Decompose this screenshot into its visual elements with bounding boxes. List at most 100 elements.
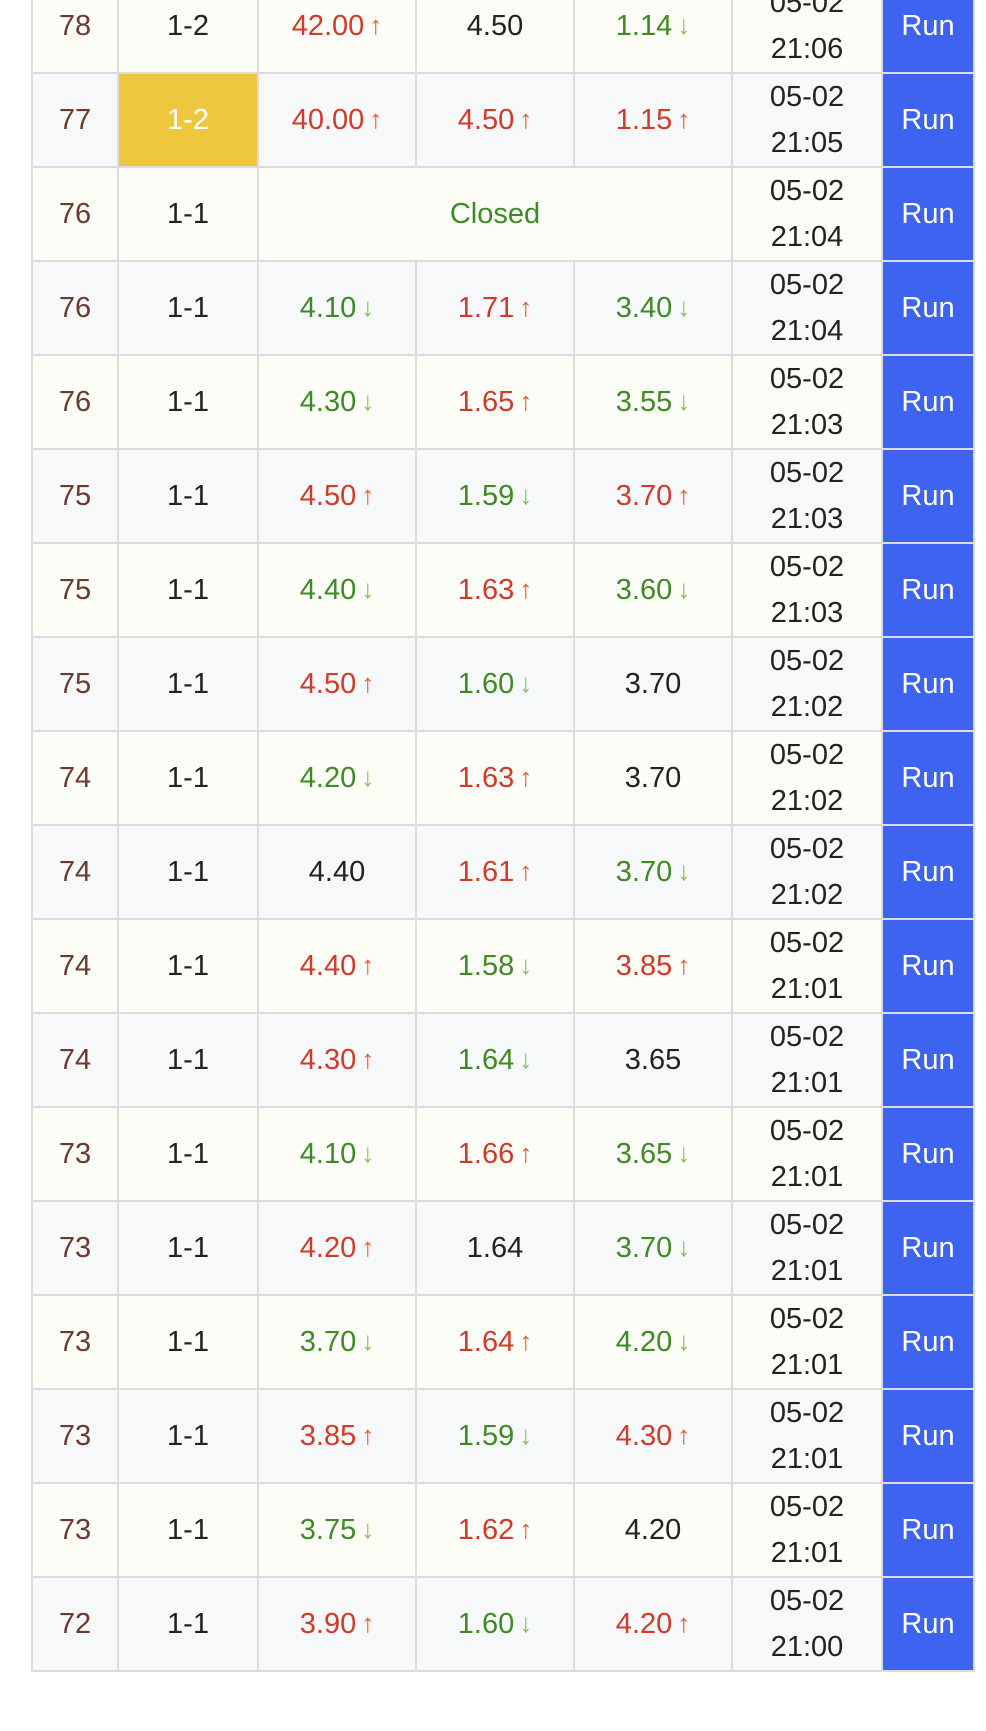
arrow-up-icon: ↑ bbox=[519, 291, 533, 322]
minute-cell: 74 bbox=[31, 824, 119, 920]
arrow-up-icon: ↑ bbox=[361, 1043, 375, 1074]
odds-value-wrap: 3.55 ↓ bbox=[616, 386, 690, 418]
score-cell-highlighted: 1-2 bbox=[117, 72, 259, 168]
odds-value: 4.10 bbox=[299, 1137, 357, 1170]
odds-value: 1.63 bbox=[457, 573, 515, 606]
timestamp-time: 21:01 bbox=[770, 973, 844, 1005]
timestamp-time: 21:03 bbox=[770, 597, 844, 629]
run-button[interactable]: Run bbox=[881, 0, 975, 74]
run-button[interactable]: Run bbox=[881, 448, 975, 544]
timestamp-time: 21:00 bbox=[770, 1631, 844, 1663]
timestamp-date: 05-02 bbox=[769, 833, 845, 865]
run-button[interactable]: Run bbox=[881, 918, 975, 1014]
table-row: 73 1-1 3.85 ↑ 1.59 ↓ 4.30 ↑ 05-02 21:01 Run bbox=[31, 1388, 975, 1484]
table-row: 75 1-1 4.50 ↑ 1.60 ↓ 3.70 05-02 21:02 Run bbox=[31, 636, 975, 732]
draw-odds-cell: 4.50 bbox=[415, 0, 575, 74]
odds-value-wrap: 3.40 ↓ bbox=[616, 292, 690, 324]
table-row: 76 1-1 Closed 05-02 21:04 Run bbox=[31, 166, 975, 262]
timestamp-cell: 05-02 21:02 bbox=[731, 824, 883, 920]
draw-odds-cell: 1.64 ↑ bbox=[415, 1294, 575, 1390]
timestamp-cell: 05-02 21:03 bbox=[731, 354, 883, 450]
odds-value-wrap: 4.30 ↑ bbox=[300, 1044, 374, 1076]
timestamp-time: 21:05 bbox=[770, 127, 844, 159]
timestamp-cell: 05-02 21:01 bbox=[731, 1294, 883, 1390]
arrow-up-icon: ↑ bbox=[361, 1607, 375, 1638]
odds-value: 1.64 bbox=[466, 1231, 524, 1264]
odds-value: 4.30 bbox=[299, 385, 357, 418]
arrow-down-icon: ↓ bbox=[361, 1513, 375, 1544]
odds-value-wrap: 3.70 ↓ bbox=[616, 1232, 690, 1264]
odds-value: 3.65 bbox=[624, 1043, 682, 1076]
odds-value-wrap: 1.65 ↑ bbox=[458, 386, 532, 418]
run-button[interactable]: Run bbox=[881, 1482, 975, 1578]
run-button[interactable]: Run bbox=[881, 72, 975, 168]
home-odds-cell: 4.10 ↓ bbox=[257, 260, 417, 356]
run-button[interactable]: Run bbox=[881, 354, 975, 450]
arrow-down-icon: ↓ bbox=[677, 1231, 691, 1262]
odds-value: 1.59 bbox=[457, 1419, 515, 1452]
run-button[interactable]: Run bbox=[881, 166, 975, 262]
away-odds-cell: 1.14 ↓ bbox=[573, 0, 733, 74]
odds-value: 4.40 bbox=[299, 573, 357, 606]
away-odds-cell: 3.65 bbox=[573, 1012, 733, 1108]
run-button[interactable]: Run bbox=[881, 1388, 975, 1484]
run-button[interactable]: Run bbox=[881, 730, 975, 826]
run-button[interactable]: Run bbox=[881, 1200, 975, 1296]
away-odds-cell: 3.70 bbox=[573, 730, 733, 826]
odds-value-wrap: 1.60 ↓ bbox=[458, 668, 532, 700]
run-button[interactable]: Run bbox=[881, 824, 975, 920]
draw-odds-cell: 1.63 ↑ bbox=[415, 730, 575, 826]
arrow-down-icon: ↓ bbox=[361, 385, 375, 416]
home-odds-cell: 4.20 ↑ bbox=[257, 1200, 417, 1296]
timestamp-date: 05-02 bbox=[769, 363, 845, 395]
timestamp-date: 05-02 bbox=[769, 1115, 845, 1147]
odds-value: 1.14 bbox=[615, 9, 673, 42]
odds-value-wrap: 1.64 ↓ bbox=[458, 1044, 532, 1076]
odds-history-page: 78 1-2 42.00 ↑ 4.50 1.14 ↓ 05-02 21:06 Run 77 1-2 40… bbox=[0, 0, 986, 1731]
table-row: 76 1-1 4.10 ↓ 1.71 ↑ 3.40 ↓ 05-02 21:04 Run bbox=[31, 260, 975, 356]
run-button[interactable]: Run bbox=[881, 1012, 975, 1108]
odds-history-table: 78 1-2 42.00 ↑ 4.50 1.14 ↓ 05-02 21:06 Run 77 1-2 40… bbox=[31, 0, 975, 1672]
away-odds-cell: 3.60 ↓ bbox=[573, 542, 733, 638]
home-odds-cell: 4.10 ↓ bbox=[257, 1106, 417, 1202]
odds-value: 1.63 bbox=[457, 761, 515, 794]
away-odds-cell: 4.30 ↑ bbox=[573, 1388, 733, 1484]
minute-cell: 76 bbox=[31, 354, 119, 450]
run-button[interactable]: Run bbox=[881, 1294, 975, 1390]
odds-value-wrap: 4.50 ↑ bbox=[300, 668, 374, 700]
arrow-down-icon: ↓ bbox=[361, 1137, 375, 1168]
odds-value: 3.70 bbox=[615, 479, 673, 512]
score-cell: 1-1 bbox=[117, 354, 259, 450]
draw-odds-cell: 1.59 ↓ bbox=[415, 1388, 575, 1484]
draw-odds-cell: 1.60 ↓ bbox=[415, 1576, 575, 1672]
odds-value: 1.65 bbox=[457, 385, 515, 418]
away-odds-cell: 3.65 ↓ bbox=[573, 1106, 733, 1202]
arrow-down-icon: ↓ bbox=[361, 291, 375, 322]
odds-value-wrap: 42.00 ↑ bbox=[292, 10, 383, 42]
table-row: 73 1-1 4.10 ↓ 1.66 ↑ 3.65 ↓ 05-02 21:01 Run bbox=[31, 1106, 975, 1202]
odds-value-wrap: 40.00 ↑ bbox=[292, 104, 383, 136]
odds-value: 3.40 bbox=[615, 291, 673, 324]
score-cell: 1-1 bbox=[117, 824, 259, 920]
away-odds-cell: 3.85 ↑ bbox=[573, 918, 733, 1014]
timestamp-time: 21:06 bbox=[770, 33, 844, 65]
odds-value-wrap: 4.40 bbox=[309, 856, 365, 888]
draw-odds-cell: 1.63 ↑ bbox=[415, 542, 575, 638]
run-button[interactable]: Run bbox=[881, 636, 975, 732]
odds-table-body: 78 1-2 42.00 ↑ 4.50 1.14 ↓ 05-02 21:06 Run 77 1-2 40… bbox=[31, 0, 975, 1672]
table-row: 74 1-1 4.20 ↓ 1.63 ↑ 3.70 05-02 21:02 Run bbox=[31, 730, 975, 826]
draw-odds-cell: 1.58 ↓ bbox=[415, 918, 575, 1014]
run-button[interactable]: Run bbox=[881, 1106, 975, 1202]
arrow-up-icon: ↑ bbox=[677, 479, 691, 510]
odds-value: 1.60 bbox=[457, 1607, 515, 1640]
draw-odds-cell: 4.50 ↑ bbox=[415, 72, 575, 168]
score-cell: 1-1 bbox=[117, 1294, 259, 1390]
run-button[interactable]: Run bbox=[881, 1576, 975, 1672]
run-button[interactable]: Run bbox=[881, 542, 975, 638]
timestamp-time: 21:03 bbox=[770, 409, 844, 441]
run-button[interactable]: Run bbox=[881, 260, 975, 356]
timestamp-date: 05-02 bbox=[769, 1021, 845, 1053]
away-odds-cell: 3.40 ↓ bbox=[573, 260, 733, 356]
arrow-down-icon: ↓ bbox=[519, 1043, 533, 1074]
arrow-up-icon: ↑ bbox=[361, 479, 375, 510]
